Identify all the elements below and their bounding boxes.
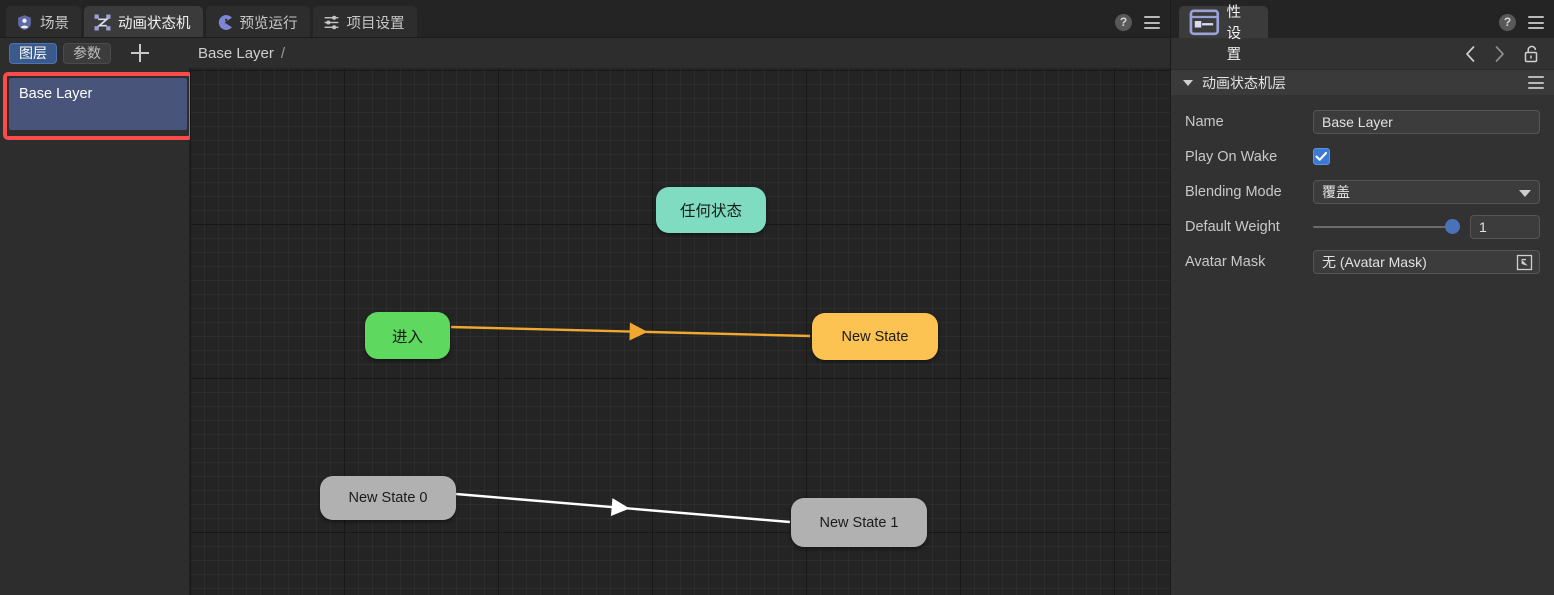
- chevron-down-icon[interactable]: [1183, 80, 1193, 86]
- tab-state-machine[interactable]: 动画状态机: [84, 6, 203, 38]
- tab-preview-run[interactable]: 预览运行: [206, 6, 310, 38]
- play-on-wake-label: Play On Wake: [1185, 149, 1313, 165]
- new-state-1-node-label: New State 1: [820, 515, 899, 531]
- play-on-wake-control: [1313, 148, 1540, 165]
- hamburger-menu-icon[interactable]: [1528, 16, 1544, 29]
- new-state-node[interactable]: New State: [812, 313, 938, 360]
- state-machine-icon: [94, 14, 111, 31]
- new-state-1-node[interactable]: New State 1: [791, 498, 927, 547]
- state-machine-canvas[interactable]: 任何状态进入 New State New State 0 New State 1: [190, 68, 1170, 595]
- layer-list-panel: Base Layer: [0, 68, 190, 595]
- forward-chevron-icon[interactable]: [1493, 45, 1506, 63]
- tab-inspector[interactable]: 属性设置: [1179, 6, 1268, 38]
- new-state-node-label: New State: [842, 329, 909, 345]
- name-control: Base Layer: [1313, 110, 1540, 134]
- property-row-default-weight: Default Weight 1: [1185, 209, 1540, 244]
- state-machine-window: 场景 动画状态机 预览运行: [0, 0, 1170, 595]
- breadcrumb-separator: /: [281, 45, 285, 62]
- properties-list: Name Base Layer Play On Wake Blending Mo…: [1171, 95, 1554, 279]
- chevron-down-icon: [1519, 190, 1531, 197]
- hamburger-menu-icon[interactable]: [1144, 16, 1160, 29]
- layers-tab-button[interactable]: 图层: [9, 43, 57, 64]
- window-tabstrip: 场景 动画状态机 预览运行: [0, 0, 1170, 38]
- tab-scene-label: 场景: [40, 12, 69, 33]
- default-weight-slider[interactable]: [1313, 215, 1460, 239]
- scene-icon: [16, 14, 33, 31]
- tab-project-settings-label: 项目设置: [347, 12, 405, 33]
- graph-body: Base Layer 任何状态进入 New State New State 0 New…: [0, 68, 1170, 595]
- add-layer-button[interactable]: [129, 42, 151, 64]
- layer-item-base-layer[interactable]: Base Layer: [9, 78, 187, 130]
- blending-mode-control: 覆盖: [1313, 180, 1540, 204]
- entry-node-label: 进入: [392, 325, 423, 347]
- tab-scene[interactable]: 场景: [6, 6, 81, 38]
- any-state-node[interactable]: 任何状态: [656, 187, 766, 233]
- property-row-avatar-mask: Avatar Mask 无 (Avatar Mask): [1185, 244, 1540, 279]
- entry-node[interactable]: 进入: [365, 312, 450, 359]
- graph-toolbar: 图层 参数 Base Layer /: [0, 38, 1170, 68]
- parameters-tab-button[interactable]: 参数: [63, 43, 111, 64]
- name-label: Name: [1185, 114, 1313, 130]
- state0-to-state1-transition-arrowhead: [611, 498, 630, 517]
- new-state-0-node[interactable]: New State 0: [320, 476, 456, 520]
- graph-toolbar-left: 图层 参数: [0, 38, 190, 68]
- project-settings-icon: [323, 14, 340, 31]
- slider-knob[interactable]: [1445, 219, 1460, 234]
- blending-mode-label: Blending Mode: [1185, 184, 1313, 200]
- play-preview-icon: [216, 14, 233, 31]
- help-icon[interactable]: ?: [1499, 14, 1516, 31]
- inspector-tabstrip-actions: ?: [1499, 14, 1544, 31]
- layer-item-label: Base Layer: [19, 86, 92, 102]
- property-row-blending-mode: Blending Mode 覆盖: [1185, 174, 1540, 209]
- avatar-mask-value: 无 (Avatar Mask): [1322, 252, 1427, 272]
- help-icon[interactable]: ?: [1115, 14, 1132, 31]
- property-row-name: Name Base Layer: [1185, 104, 1540, 139]
- default-weight-label: Default Weight: [1185, 219, 1313, 235]
- any-state-node-label: 任何状态: [680, 199, 742, 221]
- section-header-state-machine-layer[interactable]: 动画状态机层: [1171, 70, 1554, 95]
- back-chevron-icon[interactable]: [1464, 45, 1477, 63]
- breadcrumb-root[interactable]: Base Layer: [198, 45, 274, 62]
- object-picker-icon[interactable]: [1516, 254, 1533, 271]
- unlock-icon[interactable]: [1522, 44, 1540, 64]
- play-on-wake-checkbox[interactable]: [1313, 148, 1330, 165]
- window-tabstrip-actions: ?: [1115, 14, 1160, 31]
- avatar-mask-field[interactable]: 无 (Avatar Mask): [1313, 250, 1540, 274]
- new-state-0-node-label: New State 0: [349, 490, 428, 506]
- name-input[interactable]: Base Layer: [1313, 110, 1540, 134]
- avatar-mask-label: Avatar Mask: [1185, 254, 1313, 270]
- inspector-panel: 属性设置 ? 动画状态机层: [1170, 0, 1554, 595]
- section-menu-icon[interactable]: [1528, 76, 1544, 89]
- tab-preview-run-label: 预览运行: [240, 12, 298, 33]
- inspector-icon: [1189, 7, 1220, 38]
- tab-project-settings[interactable]: 项目设置: [313, 6, 417, 38]
- property-row-play-on-wake: Play On Wake: [1185, 139, 1540, 174]
- app-root: 场景 动画状态机 预览运行: [0, 0, 1554, 595]
- blending-mode-select[interactable]: 覆盖: [1313, 180, 1540, 204]
- default-weight-input[interactable]: 1: [1470, 215, 1540, 239]
- tab-state-machine-label: 动画状态机: [118, 12, 191, 33]
- section-title: 动画状态机层: [1202, 73, 1286, 93]
- inspector-tabstrip: 属性设置 ?: [1171, 0, 1554, 38]
- tab-inspector-label: 属性设置: [1227, 0, 1254, 64]
- avatar-mask-control: 无 (Avatar Mask): [1313, 250, 1540, 274]
- slider-track: [1313, 226, 1460, 228]
- entry-to-new-state-transition-arrowhead: [629, 322, 647, 340]
- blending-mode-value: 覆盖: [1322, 182, 1350, 202]
- default-weight-control: 1: [1313, 215, 1540, 239]
- check-icon: [1315, 151, 1328, 162]
- breadcrumb: Base Layer /: [198, 45, 285, 62]
